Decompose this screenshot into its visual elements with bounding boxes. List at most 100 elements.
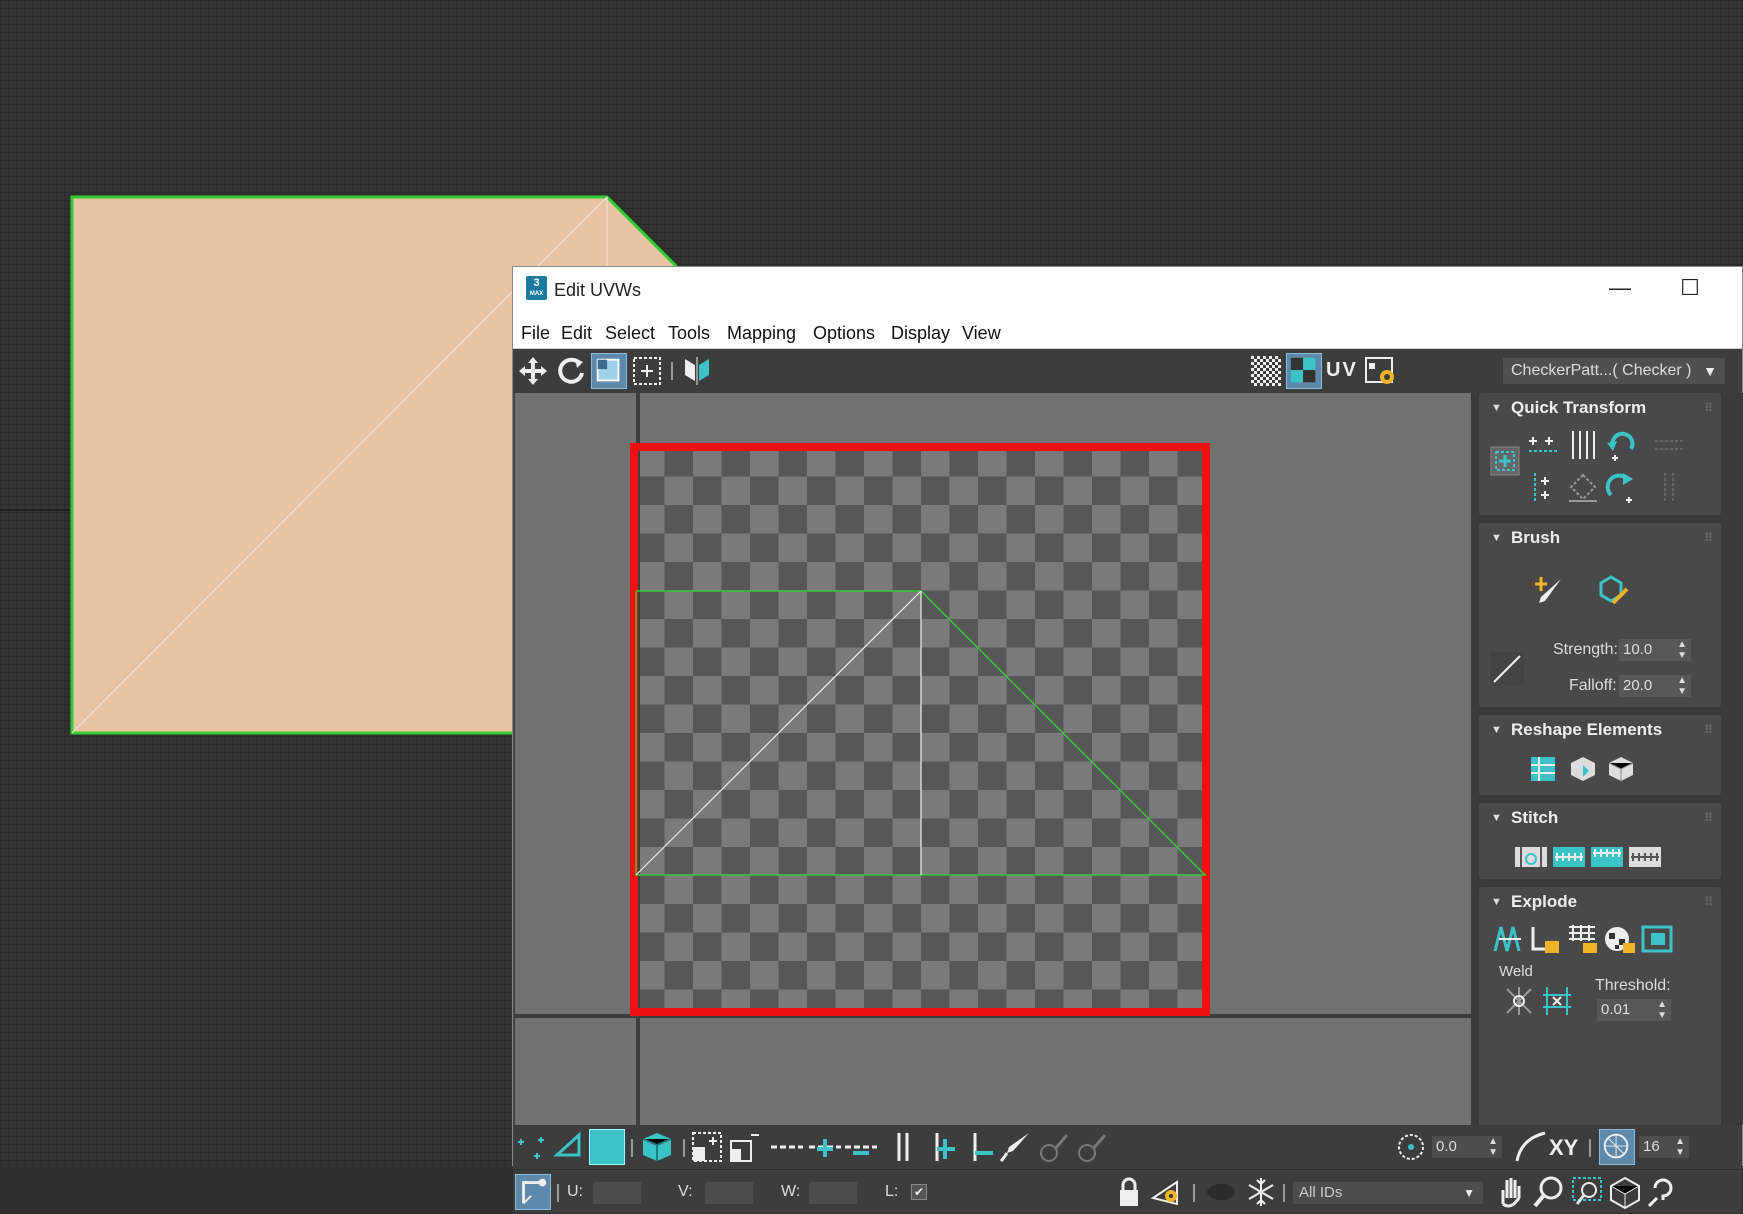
rollout-header[interactable]: ▼ Brush ⠿ [1479,523,1721,553]
menu-display[interactable]: Display [891,323,950,344]
weld-selected-icon[interactable] [1501,983,1537,1019]
face-mode-button[interactable] [589,1129,625,1165]
texture-map-dropdown[interactable]: CheckerPatt...( Checker ) ▼ [1503,358,1725,384]
hide-icon[interactable] [1203,1174,1239,1210]
bottom-toolbar-coords: U: V: W: L: ✔ All IDs ▼ [513,1169,1742,1213]
menu-view[interactable]: View [962,323,1001,344]
v-field[interactable] [705,1182,753,1204]
paint-move-icon[interactable] [1531,573,1567,609]
relax-settings-icon[interactable] [1603,751,1639,787]
grow-ring-icon[interactable] [923,1129,959,1165]
rotate-icon[interactable] [553,353,589,389]
paint-select-icon[interactable] [999,1129,1035,1165]
menu-edit[interactable]: Edit [561,323,592,344]
edge-mode-icon[interactable] [551,1129,587,1165]
rotate-ccw-icon[interactable] [1603,427,1639,463]
strength-label: Strength: [1553,641,1618,658]
lock-icon[interactable] [1111,1174,1147,1210]
shrink-selection-icon[interactable] [727,1129,763,1165]
element-mode-icon[interactable] [639,1129,675,1165]
rotation-snap-icon[interactable] [1393,1129,1429,1165]
w-field[interactable] [809,1182,857,1204]
freeze-icon[interactable] [1243,1174,1279,1210]
scale-tool-button[interactable] [591,353,627,389]
vertex-mode-icon[interactable] [515,1129,551,1165]
space-horizontal-icon[interactable] [1651,427,1687,463]
break-icon[interactable] [1491,921,1527,957]
grow-selection-icon[interactable] [689,1129,725,1165]
u-field[interactable] [593,1182,641,1204]
toolbar-separator [671,362,673,380]
zoom-extents-icon[interactable] [1607,1174,1643,1210]
close-button[interactable]: ✕ [1729,273,1743,303]
l-label: L: [885,1183,899,1200]
quick-transform-rollout: ▼ Quick Transform ⠿ [1479,393,1721,515]
menu-options[interactable]: Options [813,323,875,344]
curve-icon[interactable] [1513,1129,1549,1165]
mirror-icon[interactable] [679,353,715,389]
explode-to-islands-icon[interactable] [1527,921,1563,957]
align-vertical-icon[interactable] [1525,469,1561,505]
map-settings-icon[interactable] [1363,353,1399,389]
rotate-cw-icon[interactable] [1603,469,1639,505]
stitch-average-icon[interactable] [1589,839,1625,875]
rollout-header[interactable]: ▼ Quick Transform ⠿ [1479,393,1721,423]
ids-dropdown[interactable]: All IDs ▼ [1293,1182,1483,1204]
stitch-custom-icon[interactable] [1513,839,1549,875]
zoom-selected-icon[interactable] [1645,1174,1681,1210]
align-horizontal-icon[interactable] [1525,427,1561,463]
falloff-curve-icon[interactable] [1489,651,1525,687]
shrink-ring-icon[interactable] [961,1129,997,1165]
stitch-to-source-icon[interactable] [1627,839,1663,875]
maximize-button[interactable]: ☐ [1660,273,1720,303]
rollout-header[interactable]: ▼ Explode ⠿ [1479,887,1721,917]
freeform-icon[interactable] [629,353,665,389]
explode-by-smoothing-icon[interactable] [1565,921,1601,957]
uv-label[interactable]: UV [1326,359,1358,382]
edge-ring-icon[interactable] [885,1129,921,1165]
minimize-button[interactable]: — [1590,273,1650,303]
relax-icon[interactable] [1565,751,1601,787]
menu-select[interactable]: Select [605,323,655,344]
explode-rollout: ▼ Explode ⠿ Weld Threshold: 0.01 ▲ ▼ [1479,887,1721,1125]
zoom-icon[interactable] [1531,1174,1567,1210]
grid-size-spinner[interactable]: 16 ▲ ▼ [1639,1136,1689,1158]
grid-snap-button[interactable] [1599,1129,1635,1165]
flatten-icon[interactable] [1639,921,1675,957]
set-pivot-icon[interactable] [1487,443,1523,479]
edge-loop-icon[interactable] [769,1129,805,1165]
zoom-region-icon[interactable] [1569,1174,1605,1210]
threshold-spinner[interactable]: 0.01 ▲ ▼ [1597,999,1671,1021]
align-center-icon[interactable] [1565,469,1601,505]
uv-editor-lower[interactable] [515,1081,1471,1125]
toolbar-separator [683,1139,685,1157]
falloff-spinner[interactable]: 20.0 ▲ ▼ [1619,675,1691,697]
explode-by-material-icon[interactable] [1601,921,1637,957]
rollout-header[interactable]: ▼ Stitch ⠿ [1479,803,1721,833]
grow-loop-icon[interactable] [807,1129,843,1165]
xy-toggle[interactable]: XY [1549,1135,1578,1161]
menu-mapping[interactable]: Mapping [727,323,796,344]
space-vertical-alt-icon[interactable] [1651,469,1687,505]
checker-toggle-icon[interactable] [1248,353,1284,389]
l-checkbox[interactable]: ✔ [911,1184,927,1200]
strength-spinner[interactable]: 10.0 ▲ ▼ [1619,639,1691,661]
show-map-button[interactable] [1286,353,1322,389]
relax-brush-icon[interactable] [1595,573,1631,609]
paint-grow-icon[interactable] [1037,1129,1073,1165]
hide-filter-icon[interactable] [1149,1174,1185,1210]
title-bar[interactable]: 3MAX Edit UVWs — ☐ ✕ [513,267,1742,315]
menu-tools[interactable]: Tools [668,323,710,344]
stitch-to-target-icon[interactable] [1551,839,1587,875]
weld-target-icon[interactable] [1539,983,1575,1019]
pan-icon[interactable] [1493,1174,1529,1210]
rotation-spinner[interactable]: 0.0 ▲ ▼ [1432,1136,1502,1158]
paint-shrink-icon[interactable] [1075,1129,1111,1165]
straighten-icon[interactable] [1525,751,1561,787]
shrink-loop-icon[interactable] [843,1129,879,1165]
menu-file[interactable]: File [521,323,550,344]
move-icon[interactable] [515,353,551,389]
absolute-offset-button[interactable] [515,1174,551,1210]
rollout-header[interactable]: ▼ Reshape Elements ⠿ [1479,715,1721,745]
space-vertical-icon[interactable] [1565,427,1601,463]
